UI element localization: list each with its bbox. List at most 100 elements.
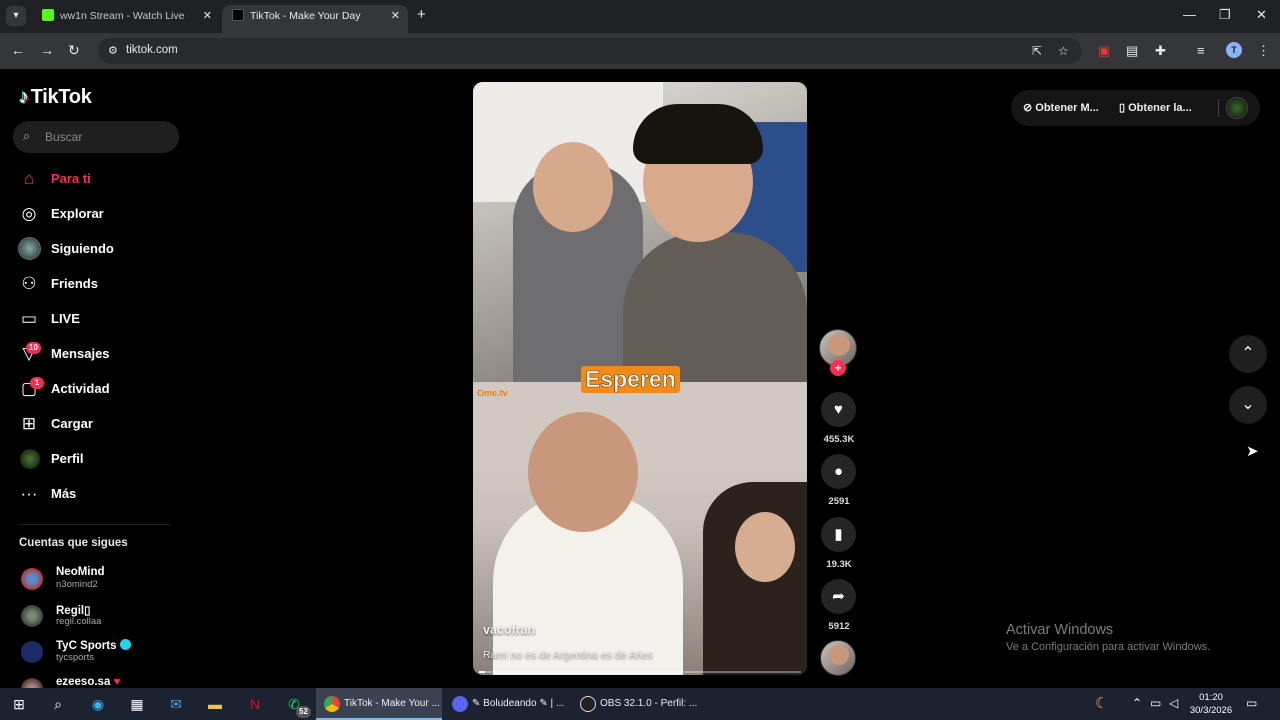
tab-search-button[interactable]: ▾ [6,6,26,26]
volume-icon[interactable]: ◁ [1169,696,1178,710]
nav-siguiendo[interactable]: Siguiendo [18,235,178,263]
girl-1-face [528,412,638,532]
nav-friends[interactable]: ⚇ Friends [18,270,178,298]
close-tab-icon[interactable]: ✕ [391,5,400,27]
netflix-icon[interactable]: N [245,694,265,714]
account-avatar [21,605,43,627]
notifications-icon[interactable]: ▭ [1246,696,1257,710]
compass-icon: ◎ [21,204,37,223]
top-right-actions: ⊘ Obtener M... ▯ Obtener la... [1011,90,1260,126]
url-text: tiktok.com [126,44,178,56]
profile-avatar[interactable] [1226,97,1248,119]
nav-para-ti[interactable]: ⌂ Para ti [18,165,178,193]
like-button[interactable]: ♥ [821,392,856,427]
man-hair [633,104,763,164]
get-coins-label: Obtener M... [1035,102,1099,114]
reload-icon[interactable]: ↻ [68,42,80,59]
previous-video-button[interactable]: ⌃ [1229,335,1267,373]
file-explorer-icon[interactable]: ▬ [205,694,225,714]
nav-label: Siguiendo [51,241,114,256]
tiktok-logo[interactable]: ♪ TikTok [19,86,92,109]
creator-face [828,334,850,356]
nav-label: Cargar [51,416,93,431]
account-name-text: TyC Sports [56,640,117,652]
get-app-button[interactable]: ▯ Obtener la... [1119,101,1192,114]
comment-icon: ● [833,463,844,480]
home-icon: ⌂ [23,169,35,188]
video-progress-bar[interactable] [479,671,801,673]
following-avatar [18,237,41,260]
search-input[interactable]: ⌕ Buscar [13,121,179,153]
window-close-icon[interactable]: ✕ [1256,7,1267,23]
verified-icon [119,639,131,650]
tab-tiktok[interactable]: TikTok - Make Your Day ✕ [222,5,408,33]
tab-kick-stream[interactable]: ww1n Stream - Watch Live on K ✕ [32,5,220,33]
follow-plus-button[interactable]: + [830,360,846,376]
extensions-puzzle-icon[interactable]: ✚ [1155,43,1166,59]
forward-icon[interactable]: → [40,42,54,58]
comment-button[interactable]: ● [821,454,856,489]
nav-perfil[interactable]: Perfil [18,445,178,473]
nav-label: Actividad [51,381,110,396]
search-icon[interactable]: ⌕ [48,694,68,714]
install-app-icon[interactable]: ⇱ [1032,44,1042,58]
messages-badge: 10 [26,342,41,354]
following-account-item[interactable]: TyC Sports tycsports [21,639,181,669]
divider [1218,99,1219,117]
start-windows-icon[interactable]: ⊞ [9,694,29,714]
taskbar-app-discord[interactable]: ✎ Boludeando ✎ | ... [444,688,570,720]
edge-icon[interactable]: ◉ [88,694,108,714]
nav-mensajes[interactable]: ▽ 10 Mensajes [18,340,178,368]
nav-actividad[interactable]: ▢ 1 Actividad [18,375,178,403]
video-frame-top [473,82,807,392]
video-author[interactable]: vacofran [483,623,535,637]
back-icon[interactable]: ← [11,42,25,58]
bookmark-star-icon[interactable]: ☆ [1058,44,1069,58]
nav-cargar[interactable]: ⊞ Cargar [18,410,178,438]
taskbar-app-label: OBS 32.1.0 - Perfil: ... [600,698,698,709]
nav-label: Mensajes [51,346,110,361]
sound-disc-face [829,645,849,665]
activate-windows-subtitle: Ve a Configuración para activar Windows. [1006,641,1211,653]
video-player[interactable]: Esperen Ome.tv vacofran Rami no es de Ar… [473,82,807,675]
get-coins-button[interactable]: ⊘ Obtener M... [1023,101,1099,114]
restore-icon[interactable]: ❐ [1219,7,1231,23]
site-info-icon[interactable]: ⚙ [108,44,118,57]
next-video-button[interactable]: ⌄ [1229,386,1267,424]
extension-icon[interactable]: ▣ [1098,43,1110,59]
account-name: TyC Sports [56,639,131,652]
save-button[interactable]: ▮ [821,517,856,552]
activity-badge: 1 [30,377,44,389]
obs-icon [580,696,596,712]
minimize-icon[interactable]: — [1183,7,1196,22]
taskbar-app-obs[interactable]: OBS 32.1.0 - Perfil: ... [572,688,698,720]
share-count: 5912 [828,621,850,632]
network-icon[interactable]: ▭ [1150,696,1161,710]
taskbar-app-chrome[interactable]: TikTok - Make Your ... [316,688,442,720]
mail-icon[interactable]: ✉ [166,694,186,714]
address-bar[interactable]: ⚙ tiktok.com ⇱ ☆ [98,38,1082,64]
chevron-down-icon: ⌄ [1241,396,1255,413]
child-face [533,142,613,232]
account-name: ezeeso.sa ♥ [56,676,120,688]
close-tab-icon[interactable]: ✕ [203,5,212,27]
sound-disc-avatar[interactable] [820,640,856,676]
logo-text: TikTok [30,86,92,108]
clock[interactable]: 01:20 30/3/2026 [1188,691,1234,717]
tray-chevron-up-icon[interactable]: ⌃ [1132,696,1142,710]
store-icon[interactable]: ▦ [127,694,147,714]
menu-kebab-icon[interactable]: ⋮ [1257,43,1270,59]
share-icon: ➦ [832,588,845,605]
profile-avatar[interactable]: T [1226,42,1242,58]
nav-mas[interactable]: ··· Más [18,480,178,508]
night-light-icon[interactable]: ☾ [1095,694,1108,712]
new-tab-icon[interactable]: + [417,6,426,23]
extension-2-icon[interactable]: ▤ [1126,43,1138,59]
nav-live[interactable]: ▭ LIVE [18,305,178,333]
heart-icon: ♥ [834,401,843,418]
following-account-item[interactable]: Regil▯ regil.collaa [21,603,181,633]
following-account-item[interactable]: NeoMind n3omind2 [21,566,181,596]
nav-explorar[interactable]: ◎ Explorar [18,200,178,228]
media-control-icon[interactable]: ≡ [1197,43,1205,58]
share-button[interactable]: ➦ [821,579,856,614]
